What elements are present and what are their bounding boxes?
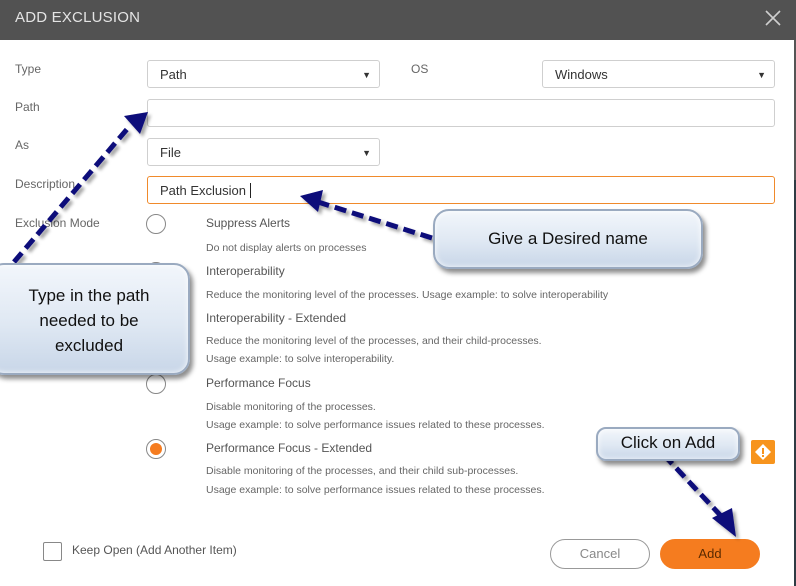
description-value: Path Exclusion [160, 183, 246, 198]
arrow-description [317, 199, 433, 241]
arrowhead-path [124, 112, 148, 134]
dialog-title: ADD EXCLUSION [15, 9, 141, 26]
chevron-down-icon: ▼ [757, 70, 766, 80]
description-label: Description [15, 177, 76, 191]
as-value: File [160, 145, 181, 160]
option-title: Suppress Alerts [206, 216, 291, 230]
option-title: Interoperability [206, 264, 285, 278]
radio-performance-focus-extended[interactable] [146, 439, 166, 459]
option-desc: Usage example: to solve interoperability… [206, 353, 395, 365]
type-select[interactable]: Path ▼ [147, 60, 380, 88]
type-label: Type [15, 62, 42, 76]
text-cursor [250, 183, 251, 198]
os-label: OS [411, 62, 429, 76]
description-input[interactable]: Path Exclusion [147, 176, 775, 204]
radio-performance-focus[interactable] [146, 374, 166, 394]
path-label: Path [15, 100, 40, 114]
as-select[interactable]: File ▼ [147, 138, 380, 166]
os-value: Windows [555, 67, 608, 82]
callout-add: Click on Add [596, 427, 740, 461]
callout-description: Give a Desired name [433, 209, 703, 269]
type-value: Path [160, 67, 187, 82]
add-button[interactable]: Add [660, 539, 760, 569]
chevron-down-icon: ▼ [362, 148, 371, 158]
arrow-add [662, 453, 724, 519]
option-title: Performance Focus [206, 376, 311, 390]
option-desc: Usage example: to solve performance issu… [206, 484, 545, 496]
callout-line: excluded [54, 336, 124, 355]
keep-open-checkbox[interactable] [43, 542, 62, 561]
arrowhead-add [712, 508, 736, 537]
callout-line: Type in the path [28, 286, 150, 305]
dialog-titlebar: ADD EXCLUSION [0, 0, 796, 40]
path-input[interactable] [147, 99, 775, 127]
option-desc: Disable monitoring of the processes, and… [206, 465, 519, 477]
os-select[interactable]: Windows ▼ [542, 60, 775, 88]
option-title: Performance Focus - Extended [206, 441, 373, 455]
option-desc: Reduce the monitoring level of the proce… [206, 289, 609, 301]
option-desc: Usage example: to solve performance issu… [206, 419, 545, 431]
close-icon[interactable] [762, 7, 784, 29]
option-desc: Disable monitoring of the processes. [206, 401, 376, 413]
radio-suppress-alerts[interactable] [146, 214, 166, 234]
callout-path: Type in the path needed to be excluded [0, 263, 190, 375]
chevron-down-icon: ▼ [362, 70, 371, 80]
arrow-path [12, 126, 130, 264]
cancel-button[interactable]: Cancel [550, 539, 650, 569]
option-desc: Reduce the monitoring level of the proce… [206, 335, 542, 347]
exclusion-mode-label: Exclusion Mode [15, 216, 100, 230]
callout-line: needed to be [39, 311, 139, 330]
as-label: As [15, 138, 30, 152]
keep-open-label: Keep Open (Add Another Item) [72, 543, 237, 557]
warning-icon[interactable] [751, 440, 775, 464]
option-desc: Do not display alerts on processes [206, 242, 367, 254]
option-title: Interoperability - Extended [206, 311, 347, 325]
